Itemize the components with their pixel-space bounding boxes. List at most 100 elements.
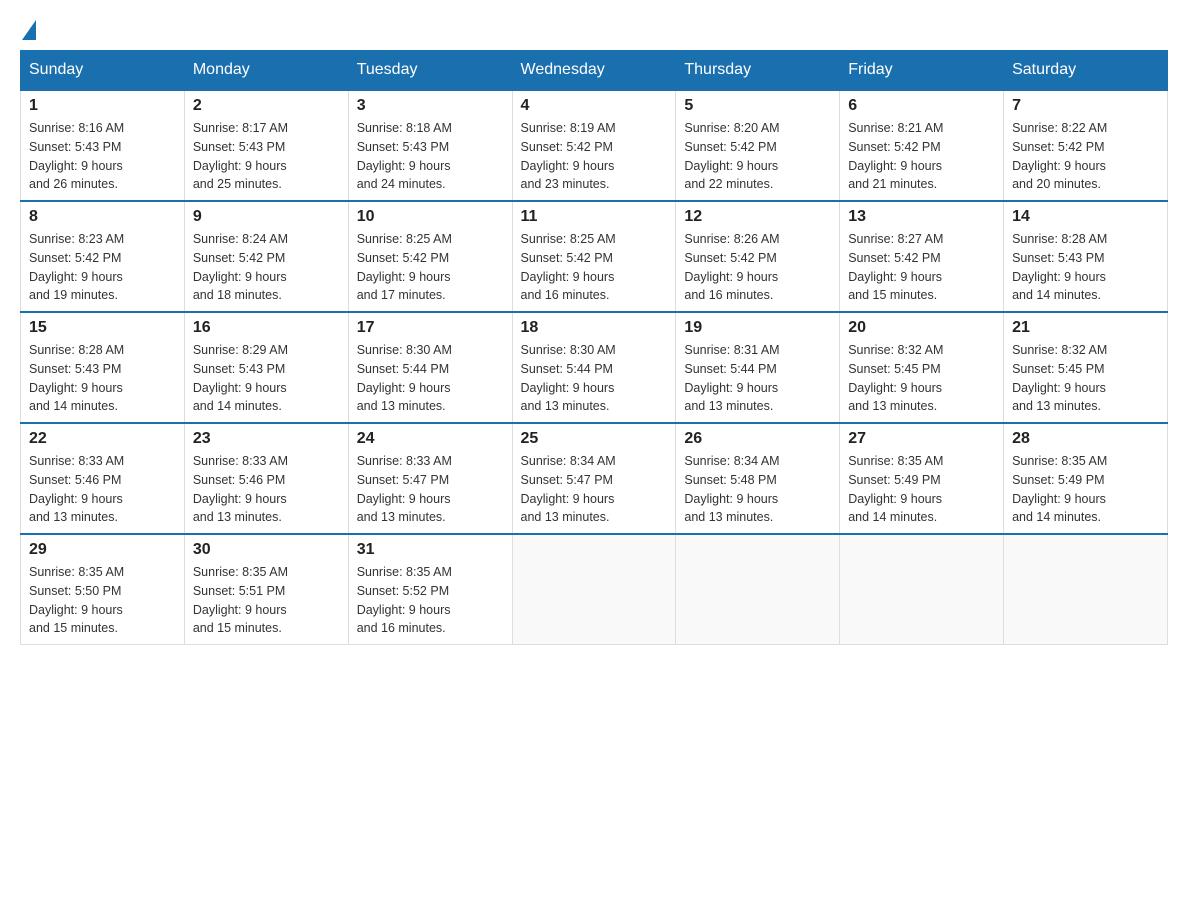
- day-info: Sunrise: 8:27 AMSunset: 5:42 PMDaylight:…: [848, 232, 943, 302]
- calendar-day: 29 Sunrise: 8:35 AMSunset: 5:50 PMDayligh…: [21, 534, 185, 645]
- calendar-day: 13 Sunrise: 8:27 AMSunset: 5:42 PMDayligh…: [840, 201, 1004, 312]
- day-number: 10: [357, 208, 504, 226]
- day-number: 14: [1012, 208, 1159, 226]
- day-info: Sunrise: 8:30 AMSunset: 5:44 PMDaylight:…: [357, 343, 452, 413]
- day-info: Sunrise: 8:32 AMSunset: 5:45 PMDaylight:…: [848, 343, 943, 413]
- calendar-day: 10 Sunrise: 8:25 AMSunset: 5:42 PMDayligh…: [348, 201, 512, 312]
- day-info: Sunrise: 8:29 AMSunset: 5:43 PMDaylight:…: [193, 343, 288, 413]
- calendar-day: 12 Sunrise: 8:26 AMSunset: 5:42 PMDayligh…: [676, 201, 840, 312]
- day-number: 20: [848, 319, 995, 337]
- calendar-day: 16 Sunrise: 8:29 AMSunset: 5:43 PMDayligh…: [184, 312, 348, 423]
- logo: [20, 20, 38, 40]
- calendar-day: 28 Sunrise: 8:35 AMSunset: 5:49 PMDayligh…: [1004, 423, 1168, 534]
- day-info: Sunrise: 8:35 AMSunset: 5:49 PMDaylight:…: [1012, 454, 1107, 524]
- day-info: Sunrise: 8:33 AMSunset: 5:46 PMDaylight:…: [29, 454, 124, 524]
- day-of-week-tuesday: Tuesday: [348, 51, 512, 91]
- day-number: 16: [193, 319, 340, 337]
- calendar-day: 2Sunrise: 8:17 AMSunset: 5:43 PMDaylight…: [184, 90, 348, 201]
- calendar-week-3: 15Sunrise: 8:28 AMSunset: 5:43 PMDayligh…: [21, 312, 1168, 423]
- day-of-week-thursday: Thursday: [676, 51, 840, 91]
- calendar-week-1: 1 Sunrise: 8:16 AMSunset: 5:43 PMDaylight…: [21, 90, 1168, 201]
- day-number: 19: [684, 319, 831, 337]
- calendar-day: 23 Sunrise: 8:33 AMSunset: 5:46 PMDayligh…: [184, 423, 348, 534]
- calendar-day: 14 Sunrise: 8:28 AMSunset: 5:43 PMDayligh…: [1004, 201, 1168, 312]
- calendar-day: 9 Sunrise: 8:24 AMSunset: 5:42 PMDaylight…: [184, 201, 348, 312]
- day-info: Sunrise: 8:34 AMSunset: 5:48 PMDaylight:…: [684, 454, 779, 524]
- day-number: 24: [357, 430, 504, 448]
- day-number: 21: [1012, 319, 1159, 337]
- calendar-day: 11 Sunrise: 8:25 AMSunset: 5:42 PMDayligh…: [512, 201, 676, 312]
- day-number: 31: [357, 541, 504, 559]
- day-number: 5: [684, 97, 831, 115]
- day-info: Sunrise: 8:33 AMSunset: 5:46 PMDaylight:…: [193, 454, 288, 524]
- day-number: 1: [29, 97, 176, 115]
- day-number: 15: [29, 319, 176, 337]
- day-info: Sunrise: 8:28 AMSunset: 5:43 PMDaylight:…: [1012, 232, 1107, 302]
- day-of-week-sunday: Sunday: [21, 51, 185, 91]
- calendar-day: 21 Sunrise: 8:32 AMSunset: 5:45 PMDayligh…: [1004, 312, 1168, 423]
- calendar-day: 31 Sunrise: 8:35 AMSunset: 5:52 PMDayligh…: [348, 534, 512, 645]
- calendar-week-2: 8 Sunrise: 8:23 AMSunset: 5:42 PMDaylight…: [21, 201, 1168, 312]
- day-number: 13: [848, 208, 995, 226]
- day-number: 9: [193, 208, 340, 226]
- day-number: 8: [29, 208, 176, 226]
- day-info: Sunrise: 8:35 AMSunset: 5:51 PMDaylight:…: [193, 565, 288, 635]
- day-info: Sunrise: 8:34 AMSunset: 5:47 PMDaylight:…: [521, 454, 616, 524]
- page-header: [20, 20, 1168, 40]
- calendar-day: 1 Sunrise: 8:16 AMSunset: 5:43 PMDaylight…: [21, 90, 185, 201]
- calendar-day: 19Sunrise: 8:31 AMSunset: 5:44 PMDayligh…: [676, 312, 840, 423]
- calendar-day: 3Sunrise: 8:18 AMSunset: 5:43 PMDaylight…: [348, 90, 512, 201]
- day-info: Sunrise: 8:23 AMSunset: 5:42 PMDaylight:…: [29, 232, 124, 302]
- calendar-day: 4Sunrise: 8:19 AMSunset: 5:42 PMDaylight…: [512, 90, 676, 201]
- day-number: 12: [684, 208, 831, 226]
- day-info: Sunrise: 8:24 AMSunset: 5:42 PMDaylight:…: [193, 232, 288, 302]
- calendar-day: [1004, 534, 1168, 645]
- day-of-week-saturday: Saturday: [1004, 51, 1168, 91]
- day-number: 27: [848, 430, 995, 448]
- calendar-day: 25 Sunrise: 8:34 AMSunset: 5:47 PMDayligh…: [512, 423, 676, 534]
- calendar-day: 8 Sunrise: 8:23 AMSunset: 5:42 PMDaylight…: [21, 201, 185, 312]
- day-number: 11: [521, 208, 668, 226]
- calendar-day: 30Sunrise: 8:35 AMSunset: 5:51 PMDayligh…: [184, 534, 348, 645]
- day-number: 2: [193, 97, 340, 115]
- calendar-week-4: 22 Sunrise: 8:33 AMSunset: 5:46 PMDayligh…: [21, 423, 1168, 534]
- day-number: 4: [521, 97, 668, 115]
- day-info: Sunrise: 8:20 AMSunset: 5:42 PMDaylight:…: [684, 121, 779, 191]
- day-of-week-monday: Monday: [184, 51, 348, 91]
- day-info: Sunrise: 8:25 AMSunset: 5:42 PMDaylight:…: [357, 232, 452, 302]
- day-info: Sunrise: 8:18 AMSunset: 5:43 PMDaylight:…: [357, 121, 452, 191]
- day-info: Sunrise: 8:35 AMSunset: 5:49 PMDaylight:…: [848, 454, 943, 524]
- day-number: 25: [521, 430, 668, 448]
- calendar-day: 26 Sunrise: 8:34 AMSunset: 5:48 PMDayligh…: [676, 423, 840, 534]
- calendar-table: SundayMondayTuesdayWednesdayThursdayFrid…: [20, 50, 1168, 645]
- day-info: Sunrise: 8:35 AMSunset: 5:50 PMDaylight:…: [29, 565, 124, 635]
- day-number: 17: [357, 319, 504, 337]
- calendar-day: [512, 534, 676, 645]
- calendar-day: 15Sunrise: 8:28 AMSunset: 5:43 PMDayligh…: [21, 312, 185, 423]
- day-number: 22: [29, 430, 176, 448]
- day-number: 18: [521, 319, 668, 337]
- day-info: Sunrise: 8:32 AMSunset: 5:45 PMDaylight:…: [1012, 343, 1107, 413]
- day-number: 29: [29, 541, 176, 559]
- day-number: 26: [684, 430, 831, 448]
- day-number: 28: [1012, 430, 1159, 448]
- day-info: Sunrise: 8:22 AMSunset: 5:42 PMDaylight:…: [1012, 121, 1107, 191]
- calendar-day: 7 Sunrise: 8:22 AMSunset: 5:42 PMDaylight…: [1004, 90, 1168, 201]
- calendar-day: 27 Sunrise: 8:35 AMSunset: 5:49 PMDayligh…: [840, 423, 1004, 534]
- calendar-day: 17 Sunrise: 8:30 AMSunset: 5:44 PMDayligh…: [348, 312, 512, 423]
- logo-triangle-icon: [22, 20, 36, 40]
- calendar-day: 20 Sunrise: 8:32 AMSunset: 5:45 PMDayligh…: [840, 312, 1004, 423]
- day-number: 23: [193, 430, 340, 448]
- day-number: 7: [1012, 97, 1159, 115]
- day-info: Sunrise: 8:33 AMSunset: 5:47 PMDaylight:…: [357, 454, 452, 524]
- calendar-day: 22 Sunrise: 8:33 AMSunset: 5:46 PMDayligh…: [21, 423, 185, 534]
- calendar-day: [676, 534, 840, 645]
- day-info: Sunrise: 8:25 AMSunset: 5:42 PMDaylight:…: [521, 232, 616, 302]
- day-info: Sunrise: 8:26 AMSunset: 5:42 PMDaylight:…: [684, 232, 779, 302]
- day-number: 6: [848, 97, 995, 115]
- day-of-week-wednesday: Wednesday: [512, 51, 676, 91]
- calendar-day: 24 Sunrise: 8:33 AMSunset: 5:47 PMDayligh…: [348, 423, 512, 534]
- day-info: Sunrise: 8:35 AMSunset: 5:52 PMDaylight:…: [357, 565, 452, 635]
- day-info: Sunrise: 8:30 AMSunset: 5:44 PMDaylight:…: [521, 343, 616, 413]
- day-info: Sunrise: 8:16 AMSunset: 5:43 PMDaylight:…: [29, 121, 124, 191]
